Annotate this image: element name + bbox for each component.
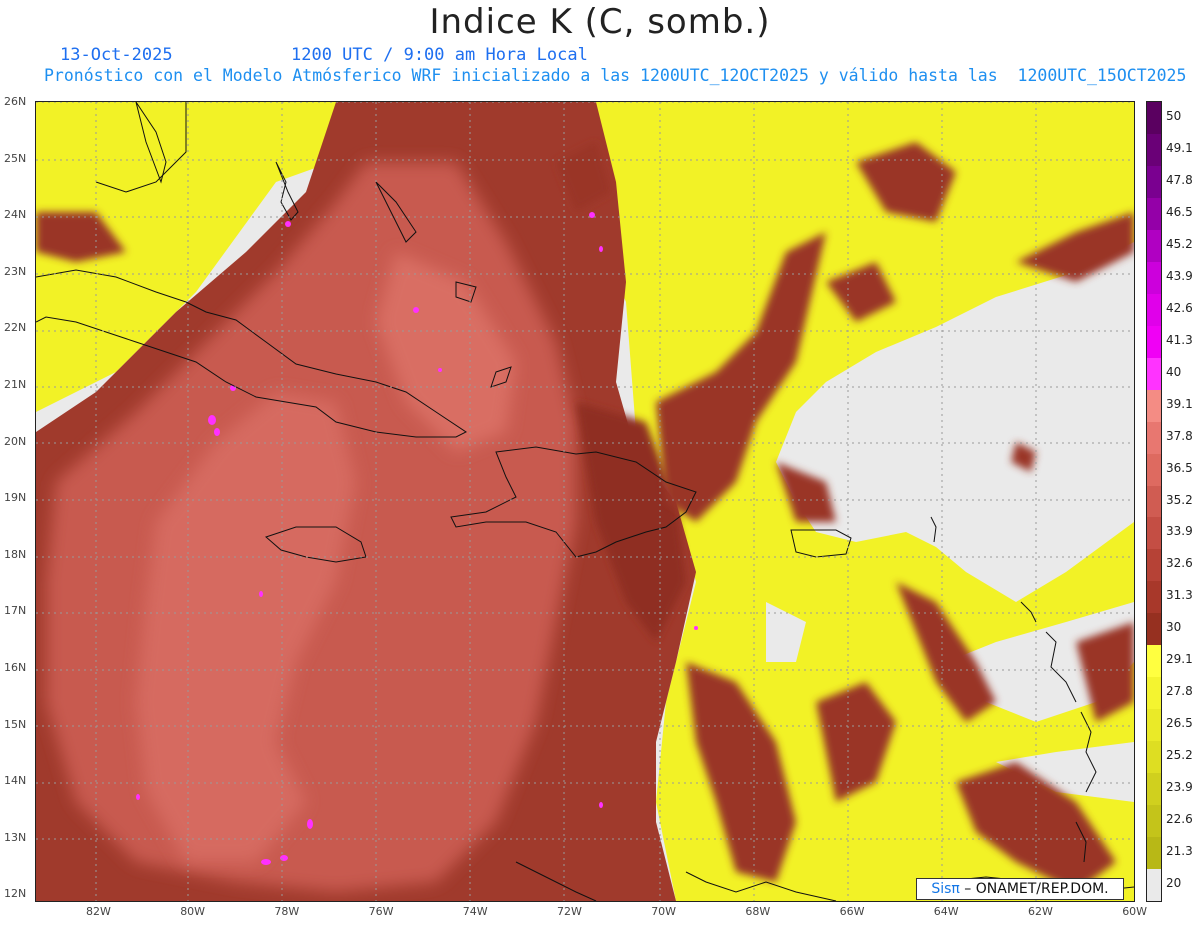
color-scale-segment — [1147, 517, 1161, 550]
color-scale-segment — [1147, 357, 1161, 391]
color-scale-segment — [1147, 805, 1161, 838]
lat-label: 21N — [4, 378, 27, 391]
color-scale-segment — [1147, 293, 1161, 327]
color-scale-segment — [1147, 613, 1161, 646]
color-scale-segment — [1147, 133, 1161, 167]
lat-label: 25N — [4, 151, 27, 165]
color-scale-label: 30 — [1166, 620, 1182, 635]
color-scale-label: 45.2 — [1166, 236, 1193, 251]
color-scale-label: 46.5 — [1166, 204, 1193, 219]
credit-box: Sisπ – ONAMET/REP.DOM. — [916, 878, 1124, 900]
color-scale-segment — [1147, 197, 1161, 231]
color-scale-segment — [1147, 837, 1161, 870]
color-scale-label: 20 — [1166, 876, 1182, 891]
credit-brand: Sisπ — [931, 881, 960, 897]
color-scale-label: 31.3 — [1166, 588, 1193, 603]
lat-label: 24N — [4, 208, 27, 222]
lat-label: 26N — [4, 95, 27, 108]
color-scale-segment — [1147, 741, 1161, 774]
color-scale-label: 33.9 — [1166, 524, 1193, 539]
lat-label: 18N — [4, 547, 27, 561]
lon-label: 78W — [274, 905, 300, 918]
color-scale-label: 42.6 — [1166, 300, 1193, 315]
color-scale-label: 26.5 — [1166, 716, 1193, 731]
lat-label: 20N — [4, 434, 27, 448]
color-scale-label: 41.3 — [1166, 332, 1193, 347]
forecast-time: 1200 UTC / 9:00 am Hora Local — [291, 45, 588, 65]
lat-label: 16N — [4, 661, 27, 674]
color-scale-segment — [1147, 485, 1161, 518]
forecast-date: 13-Oct-2025 — [60, 45, 173, 65]
color-scale-segment — [1147, 325, 1161, 359]
color-scale-label: 21.3 — [1166, 844, 1193, 859]
color-scale-label: 27.8 — [1166, 684, 1193, 699]
color-scale-label: 35.2 — [1166, 492, 1193, 507]
color-scale-bar — [1146, 101, 1162, 902]
color-scale-segment — [1147, 261, 1161, 295]
map-panel — [35, 101, 1135, 902]
color-scale-label: 22.6 — [1166, 812, 1193, 827]
color-scale-segment — [1147, 645, 1161, 678]
color-scale-segment — [1147, 453, 1161, 486]
color-scale-segment — [1147, 421, 1161, 455]
map-title: Indice K (C, somb.) — [429, 2, 771, 42]
k-index-field — [36, 102, 1134, 901]
color-scale-label: 23.9 — [1166, 780, 1193, 795]
lon-label: 66W — [839, 905, 865, 918]
color-scale-segment — [1147, 229, 1161, 263]
color-scale-label: 25.2 — [1166, 748, 1193, 763]
color-scale-label: 49.1 — [1166, 140, 1193, 155]
color-scale-segment — [1147, 709, 1161, 742]
color-scale-label: 40 — [1166, 364, 1182, 379]
lon-label: 70W — [651, 905, 677, 918]
lat-label: 23N — [4, 264, 27, 278]
color-scale-label: 43.9 — [1166, 268, 1193, 283]
color-scale-label: 39.1 — [1166, 396, 1193, 411]
color-scale-label: 47.8 — [1166, 172, 1193, 187]
lat-label: 22N — [4, 321, 27, 335]
lon-label: 60W — [1122, 905, 1148, 918]
color-scale-segment — [1147, 549, 1161, 582]
lat-label: 19N — [4, 491, 27, 505]
lat-label: 17N — [4, 604, 27, 618]
color-scale-label: 29.1 — [1166, 652, 1193, 667]
color-scale-label: 36.5 — [1166, 460, 1193, 475]
forecast-description: Pronóstico con el Modelo Atmósferico WRF… — [44, 66, 1187, 85]
lon-label: 62W — [1028, 905, 1053, 918]
color-scale-segment — [1147, 581, 1161, 614]
lon-label: 64W — [933, 905, 959, 918]
color-scale-segment — [1147, 773, 1161, 806]
color-scale-segment — [1147, 102, 1161, 135]
lat-label: 14N — [4, 774, 27, 788]
color-scale-segment — [1147, 677, 1161, 710]
credit-text: – ONAMET/REP.DOM. — [959, 881, 1109, 897]
color-scale-label: 37.8 — [1166, 428, 1193, 443]
lon-label: 80W — [180, 905, 206, 918]
lon-label: 82W — [86, 905, 111, 918]
lat-label: 15N — [4, 717, 27, 731]
lon-label: 74W — [462, 905, 488, 918]
color-scale-label: 50 — [1166, 108, 1182, 123]
color-scale-segment — [1147, 869, 1161, 902]
lon-label: 68W — [745, 905, 771, 918]
color-scale-segment — [1147, 389, 1161, 423]
lat-label: 13N — [4, 830, 27, 844]
color-scale-segment — [1147, 165, 1161, 199]
color-scale-label: 32.6 — [1166, 556, 1193, 571]
lat-label: 12N — [4, 887, 27, 901]
lon-label: 76W — [368, 905, 394, 918]
lon-label: 72W — [557, 905, 582, 918]
